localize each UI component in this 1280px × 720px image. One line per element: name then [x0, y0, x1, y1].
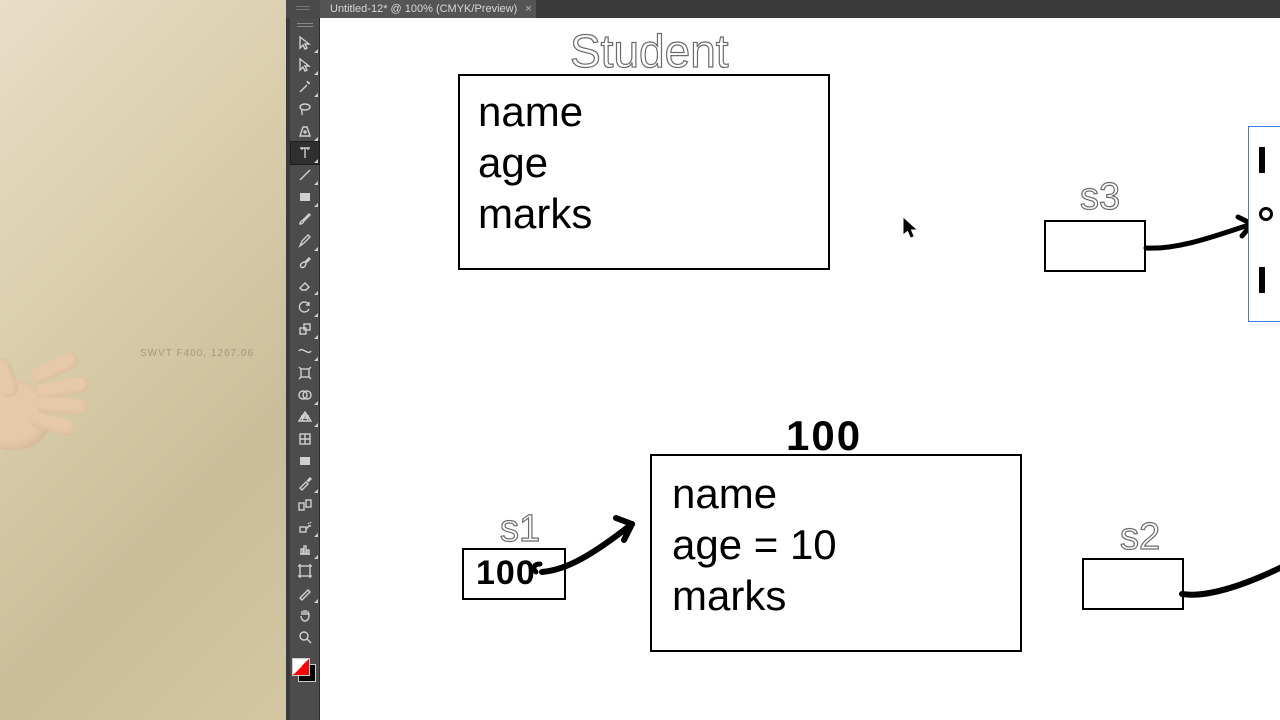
- illustrator-window: Untitled-12* @ 100% (CMYK/Preview) ×: [286, 0, 1280, 720]
- pencil-tool-icon[interactable]: [291, 230, 319, 252]
- shape-builder-tool-icon[interactable]: [291, 384, 319, 406]
- arrow-s2: [1178, 558, 1280, 618]
- rotate-tool-icon[interactable]: [291, 296, 319, 318]
- slice-tool-icon[interactable]: [291, 582, 319, 604]
- class-fields-text: name age marks: [478, 86, 592, 240]
- tool-panel: [290, 18, 320, 720]
- document-tab[interactable]: Untitled-12* @ 100% (CMYK/Preview) ×: [320, 0, 543, 18]
- symbol-sprayer-tool-icon[interactable]: [291, 516, 319, 538]
- desktop-background: SWVT F400, 1267.06: [0, 0, 286, 720]
- document-tab-title: Untitled-12* @ 100% (CMYK/Preview): [330, 0, 517, 18]
- lasso-tool-icon[interactable]: [291, 98, 319, 120]
- zoom-tool-icon[interactable]: [291, 626, 319, 648]
- artboard-tool-icon[interactable]: [291, 560, 319, 582]
- offscreen-selected-box[interactable]: [1248, 126, 1280, 322]
- panel-grip-icon[interactable]: [286, 0, 321, 18]
- direct-selection-tool-icon[interactable]: [291, 54, 319, 76]
- s1-label: s1: [500, 508, 540, 551]
- line-segment-tool-icon[interactable]: [291, 164, 319, 186]
- mesh-tool-icon[interactable]: [291, 428, 319, 450]
- s3-box[interactable]: [1044, 220, 1146, 272]
- instance-fields-text: name age = 10 marks: [672, 468, 837, 622]
- eyedropper-tool-icon[interactable]: [291, 472, 319, 494]
- eraser-tool-icon[interactable]: [291, 274, 319, 296]
- scale-tool-icon[interactable]: [291, 318, 319, 340]
- selection-tool-icon[interactable]: [291, 32, 319, 54]
- document-tab-bar: Untitled-12* @ 100% (CMYK/Preview) ×: [286, 0, 1280, 18]
- arrow-s1: [536, 506, 656, 586]
- desktop-watermark: SWVT F400, 1267.06: [140, 348, 254, 359]
- s2-label: s2: [1120, 516, 1160, 559]
- fill-stroke-swatch[interactable]: [290, 656, 318, 684]
- s2-box[interactable]: [1082, 558, 1184, 610]
- mouse-cursor-icon: [903, 218, 917, 238]
- gradient-tool-icon[interactable]: [291, 450, 319, 472]
- blend-tool-icon[interactable]: [291, 494, 319, 516]
- blob-brush-tool-icon[interactable]: [291, 252, 319, 274]
- tab-bar-remainder: [536, 0, 546, 18]
- address-100-label: 100: [786, 412, 862, 460]
- s1-value-label: 100: [476, 554, 536, 593]
- rectangle-tool-icon[interactable]: [291, 186, 319, 208]
- s3-label: s3: [1080, 176, 1120, 219]
- tool-panel-grip-icon[interactable]: [290, 22, 319, 28]
- artboard-canvas[interactable]: Student name age marks s3 100 name age =…: [320, 18, 1280, 720]
- type-tool-icon[interactable]: [291, 142, 319, 164]
- hand-tool-icon[interactable]: [291, 604, 319, 626]
- magic-wand-tool-icon[interactable]: [291, 76, 319, 98]
- column-graph-tool-icon[interactable]: [291, 538, 319, 560]
- paintbrush-tool-icon[interactable]: [291, 208, 319, 230]
- perspective-grid-tool-icon[interactable]: [291, 406, 319, 428]
- class-title-label: Student: [570, 24, 729, 78]
- free-transform-tool-icon[interactable]: [291, 362, 319, 384]
- pen-tool-icon[interactable]: [291, 120, 319, 142]
- width-tool-icon[interactable]: [291, 340, 319, 362]
- close-tab-icon[interactable]: ×: [525, 4, 531, 15]
- hand-illustration: [0, 340, 90, 460]
